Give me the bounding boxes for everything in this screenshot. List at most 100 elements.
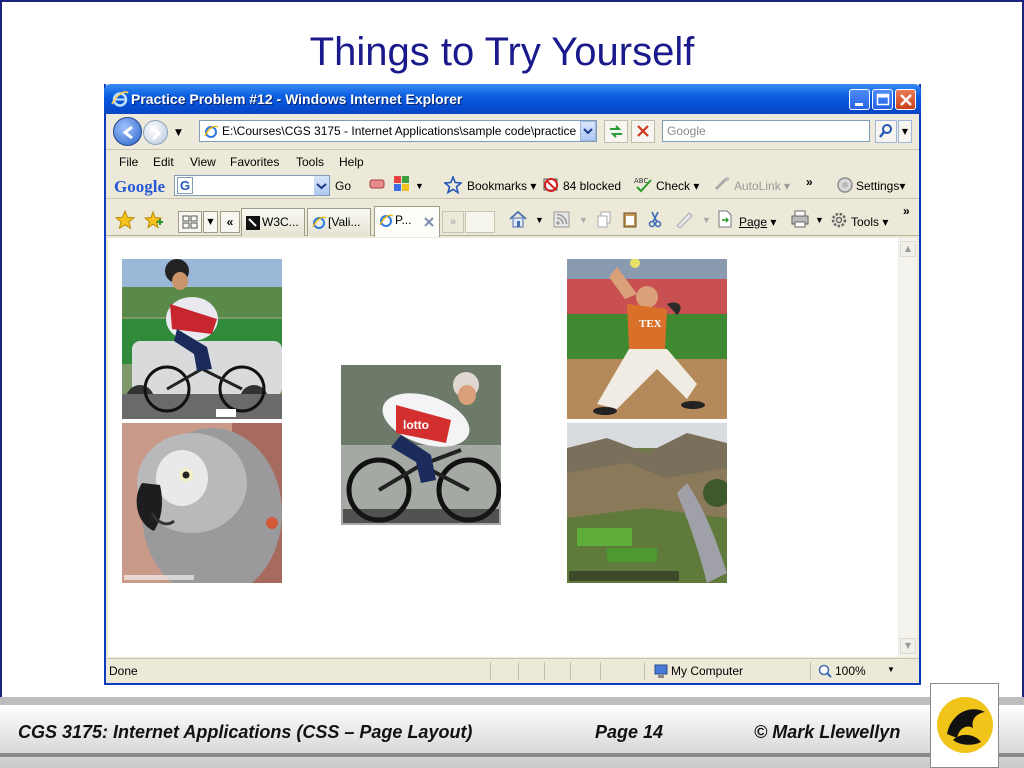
- status-cell: [570, 662, 600, 680]
- forward-button[interactable]: [143, 120, 168, 145]
- status-text: Done: [109, 664, 138, 678]
- scroll-down-button[interactable]: ▼: [900, 638, 916, 654]
- feeds-icon[interactable]: [553, 211, 571, 232]
- search-input[interactable]: Google: [662, 120, 870, 142]
- page-content: lotto TEX: [108, 238, 898, 657]
- menu-edit[interactable]: Edit: [153, 155, 174, 169]
- forward-arrow-icon: [151, 126, 162, 141]
- tab-label: W3C...: [262, 215, 299, 229]
- autolink-button[interactable]: AutoLink ▾: [734, 179, 790, 193]
- popup-blocker-count[interactable]: 84 blocked: [563, 179, 621, 193]
- close-tab-icon[interactable]: [423, 216, 435, 228]
- new-tab-button[interactable]: [465, 211, 495, 233]
- copy-icon[interactable]: [596, 211, 612, 232]
- browser-window: Practice Problem #12 - Windows Internet …: [104, 84, 921, 685]
- print-dropdown[interactable]: ▼: [815, 215, 824, 225]
- google-go-button[interactable]: Go: [335, 179, 351, 193]
- address-input[interactable]: E:\Courses\CGS 3175 - Internet Applicati…: [199, 120, 597, 142]
- zoom-dropdown[interactable]: ▼: [887, 665, 895, 674]
- back-arrow-icon: [122, 125, 133, 140]
- parrot-image: [122, 423, 282, 583]
- refresh-button[interactable]: [604, 120, 628, 143]
- google-toolbar-more[interactable]: »: [806, 175, 813, 189]
- chevron-down-icon: [583, 128, 593, 135]
- quick-tabs-button[interactable]: [178, 211, 202, 233]
- autolink-icon: [713, 176, 731, 195]
- edit-pencil-icon[interactable]: [674, 210, 694, 231]
- news-icon[interactable]: [393, 175, 411, 196]
- home-icon[interactable]: [508, 210, 528, 231]
- search-options-dropdown[interactable]: ▼: [898, 120, 912, 143]
- status-cell: [544, 662, 570, 680]
- settings-icon: [836, 176, 854, 197]
- footer-band: [0, 697, 1024, 705]
- status-cell: [518, 662, 544, 680]
- google-search-dropdown[interactable]: [314, 176, 329, 195]
- menu-help[interactable]: Help: [339, 155, 364, 169]
- favorites-center-icon[interactable]: [114, 209, 136, 233]
- recent-pages-dropdown[interactable]: ▼: [175, 128, 182, 138]
- photo-cyclist-street: [122, 259, 282, 419]
- command-bar-more[interactable]: »: [903, 204, 910, 218]
- slide-title: Things to Try Yourself: [309, 30, 695, 74]
- svg-text:lotto: lotto: [403, 418, 429, 432]
- maximize-icon: [876, 93, 890, 106]
- tab-label: P...: [395, 213, 412, 227]
- spellcheck-button[interactable]: Check ▾: [656, 179, 699, 193]
- menu-favorites[interactable]: Favorites: [230, 155, 279, 169]
- tab-label: [Vali...: [328, 215, 361, 229]
- edit-dropdown[interactable]: ▼: [702, 215, 711, 225]
- star-icon[interactable]: [443, 174, 463, 197]
- back-button[interactable]: [113, 117, 142, 146]
- paste-icon[interactable]: [622, 210, 638, 231]
- tab-validator[interactable]: [Vali...: [307, 208, 371, 236]
- maximize-button[interactable]: [872, 89, 893, 110]
- google-search-input[interactable]: G: [174, 175, 330, 196]
- close-button[interactable]: [895, 89, 916, 110]
- menu-view[interactable]: View: [190, 155, 216, 169]
- tab-w3c[interactable]: W3C...: [241, 208, 305, 236]
- tab-list-dropdown[interactable]: ▼: [203, 211, 218, 233]
- ucf-logo: [930, 683, 999, 768]
- eraser-icon[interactable]: [368, 176, 386, 195]
- menu-file[interactable]: File: [119, 155, 138, 169]
- print-icon[interactable]: [790, 210, 810, 231]
- security-zone[interactable]: My Computer: [644, 662, 810, 680]
- menu-bar: File Edit View Favorites Tools Help: [106, 150, 919, 172]
- google-badge[interactable]: G: [177, 177, 193, 194]
- menu-tools[interactable]: Tools: [296, 155, 324, 169]
- stop-button[interactable]: [631, 120, 655, 143]
- page-icon: [204, 125, 219, 138]
- tab-row: ▼ « W3C... [Vali... P... » ▼ ▼ ▼ Page ▾ …: [106, 200, 919, 237]
- scroll-tabs-right[interactable]: »: [442, 211, 464, 233]
- address-dropdown[interactable]: [580, 121, 596, 141]
- tools-menu-button[interactable]: Tools ▾: [851, 215, 888, 229]
- home-dropdown[interactable]: ▼: [535, 215, 544, 225]
- vertical-scrollbar[interactable]: ▲ ▼: [898, 238, 917, 657]
- cyclist-time-trial-image: lotto: [341, 365, 501, 525]
- title-bar[interactable]: Practice Problem #12 - Windows Internet …: [104, 84, 921, 114]
- zoom-level: 100%: [835, 664, 866, 678]
- tab-practice-problem[interactable]: P...: [374, 206, 440, 237]
- minimize-icon: [855, 103, 863, 106]
- bookmarks-button[interactable]: Bookmarks ▾: [467, 179, 536, 193]
- search-button[interactable]: [875, 120, 897, 143]
- cut-icon[interactable]: [647, 210, 663, 231]
- footer-author: © Mark Llewellyn: [754, 722, 901, 742]
- window-title: Practice Problem #12 - Windows Internet …: [131, 91, 463, 107]
- minimize-button[interactable]: [849, 89, 870, 110]
- scroll-tabs-left[interactable]: «: [220, 211, 240, 233]
- pegasus-logo-icon: [937, 697, 993, 753]
- feeds-dropdown[interactable]: ▼: [579, 215, 588, 225]
- zoom-control[interactable]: 100% ▼: [810, 662, 906, 680]
- status-cell: [600, 662, 644, 680]
- news-dropdown[interactable]: ▼: [415, 181, 424, 191]
- ie-page-icon: [312, 216, 327, 229]
- photo-cyclist-time-trial: lotto: [341, 365, 501, 525]
- settings-button[interactable]: Settings▾: [856, 179, 905, 193]
- add-favorites-icon[interactable]: [143, 210, 163, 233]
- scroll-up-button[interactable]: ▲: [900, 241, 916, 257]
- w3c-favicon-icon: [246, 216, 260, 230]
- page-menu-button[interactable]: Page ▾: [739, 215, 776, 229]
- photo-mountain-valley: [567, 423, 727, 583]
